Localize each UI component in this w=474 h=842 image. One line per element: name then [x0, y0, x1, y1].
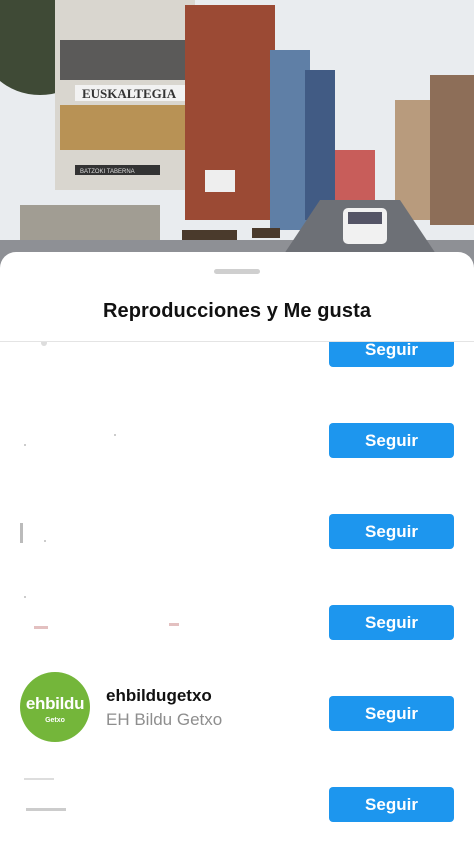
obscured-user-info	[14, 586, 244, 646]
follow-button[interactable]: Seguir	[329, 696, 454, 731]
list-item[interactable]: ehbildu Getxo ehbildugetxo EH Bildu Getx…	[0, 662, 474, 753]
follow-button[interactable]: Seguir	[329, 787, 454, 822]
avatar[interactable]: ehbildu Getxo	[20, 672, 90, 742]
sheet-title: Reproducciones y Me gusta	[102, 300, 372, 322]
list-item: Seguir	[0, 571, 474, 662]
list-item: Seguir	[0, 480, 474, 571]
ehbildu-logo-text: ehbildu	[25, 694, 85, 713]
likes-list[interactable]: Seguir Seguir Seguir Seguir ehbildu Getx…	[0, 342, 474, 842]
username[interactable]: ehbildugetxo	[106, 686, 212, 706]
obscured-user-info	[14, 768, 244, 828]
follow-button[interactable]: Seguir	[329, 423, 454, 458]
list-item: Seguir	[0, 753, 474, 842]
ehbildu-logo-subtext: Getxo	[45, 717, 65, 724]
full-name: EH Bildu Getxo	[106, 710, 223, 729]
sheet-grabber-handle[interactable]	[214, 269, 260, 274]
sign-batzoki: BATZOKI TABERNA	[80, 169, 135, 175]
follow-button[interactable]: Seguir	[329, 342, 454, 367]
obscured-user-info	[14, 495, 244, 555]
follow-button[interactable]: Seguir	[329, 514, 454, 549]
follow-button[interactable]: Seguir	[329, 605, 454, 640]
obscured-user-info	[14, 342, 244, 373]
sign-euskaltegia: EUSKALTEGIA	[82, 86, 177, 101]
list-item: Seguir	[0, 389, 474, 480]
likes-bottom-sheet: Reproducciones y Me gusta Seguir Seguir …	[0, 252, 474, 842]
obscured-user-info	[14, 404, 244, 464]
list-item: Seguir	[0, 342, 474, 389]
background-video-frame: EUSKALTEGIA BATZOKI TABERNA	[0, 0, 474, 280]
